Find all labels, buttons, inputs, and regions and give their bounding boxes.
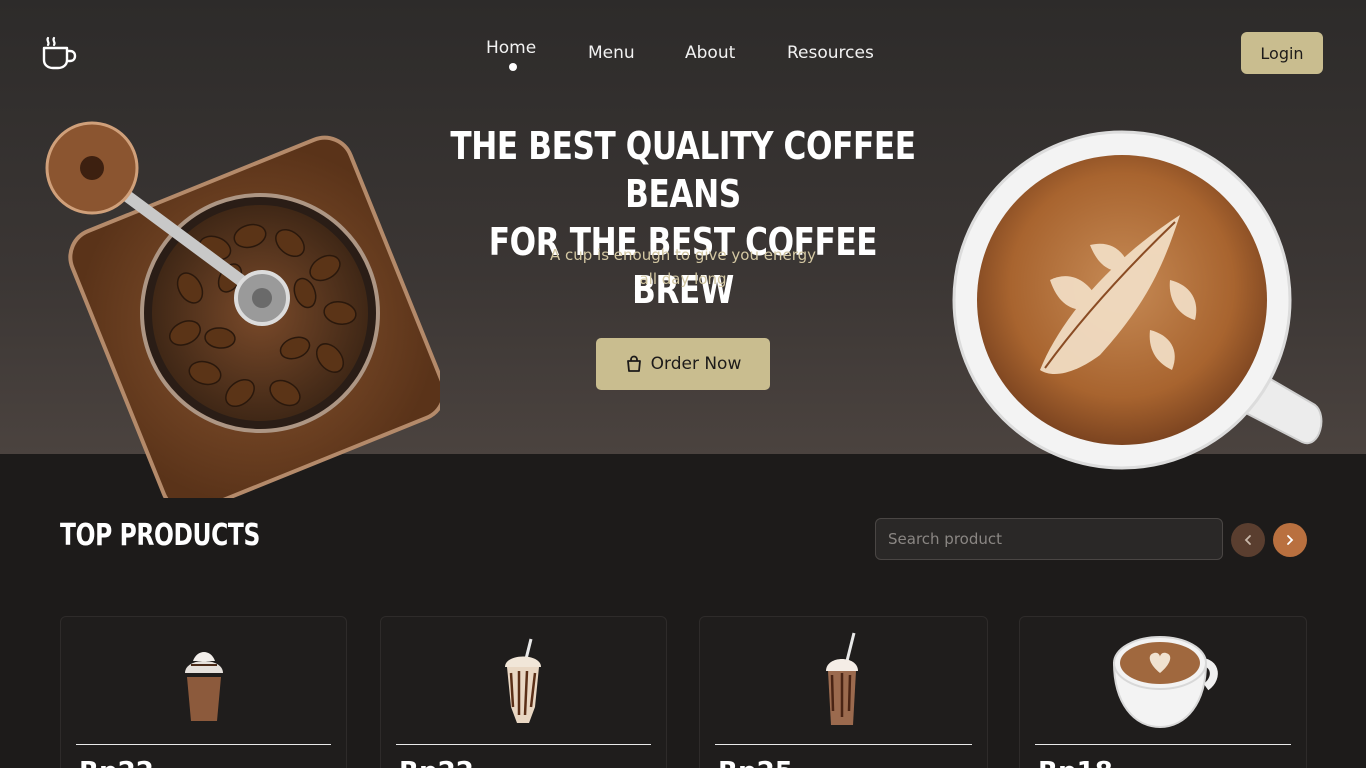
card-divider (76, 744, 331, 745)
chocolate-shake-image (505, 638, 541, 723)
coffee-grinder-image (45, 121, 440, 498)
login-button[interactable]: Login (1241, 32, 1323, 74)
product-price: Rp18 (1038, 757, 1113, 768)
nav-active-indicator (509, 63, 517, 71)
nav-resources[interactable]: Resources (787, 43, 874, 63)
chevron-right-icon[interactable] (1273, 523, 1307, 557)
hero-subtitle: A cup is enough to give you energy all d… (483, 243, 883, 291)
card-divider (715, 744, 972, 745)
nav-menu[interactable]: Menu (588, 43, 635, 63)
product-card[interactable]: Rp25 (699, 616, 988, 768)
product-card[interactable]: Rp22 (380, 616, 667, 768)
search-input[interactable] (875, 518, 1223, 560)
product-price: Rp25 (718, 757, 793, 768)
product-price: Rp22 (79, 757, 154, 768)
order-now-button[interactable]: Order Now (596, 338, 770, 390)
headline-line-1: THE BEST QUALITY COFFEE BEANS (450, 124, 916, 216)
chevron-left-icon[interactable] (1231, 523, 1265, 557)
product-card[interactable]: Rp18 (1019, 616, 1307, 768)
order-now-label: Order Now (650, 354, 742, 374)
cappuccino-image (1112, 636, 1218, 729)
section-title: TOP PRODUCTS (60, 518, 260, 553)
subtitle-line-1: A cup is enough to give you energy (549, 246, 817, 264)
frappe-image (185, 652, 223, 721)
latte-cup-image (952, 130, 1323, 470)
shopping-bag-icon (626, 355, 641, 372)
card-divider (396, 744, 651, 745)
card-divider (1035, 744, 1291, 745)
nav-home[interactable]: Home (486, 38, 536, 58)
nav-about[interactable]: About (685, 43, 735, 63)
product-card[interactable]: Rp22 (60, 616, 347, 768)
subtitle-line-2: all day long (639, 270, 727, 288)
product-price: Rp22 (399, 757, 474, 768)
mocha-shake-image (826, 632, 858, 725)
coffee-cup-icon[interactable] (40, 34, 78, 72)
